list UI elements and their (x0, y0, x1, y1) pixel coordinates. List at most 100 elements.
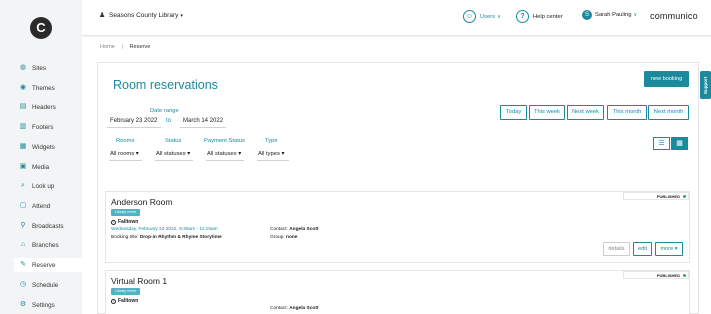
reserve-icon: ✎ (20, 261, 26, 268)
filter-select-status[interactable]: All statuses ▾ (156, 151, 190, 157)
filter-label-type: Type (265, 138, 278, 144)
location-pin-icon: • (111, 219, 116, 225)
help-center-link[interactable]: ? Help center (516, 10, 563, 23)
filter-underline (109, 160, 142, 161)
sidebar-item-label: Sites (32, 64, 46, 72)
edit-button[interactable]: edit (633, 242, 652, 256)
sidebar-item-settings[interactable]: ⚙ Settings (14, 298, 82, 312)
sidebar-item-broadcasts[interactable]: ⚲ Broadcasts (14, 219, 82, 233)
reservation-date: Wednesday, February 23 2022, 9:30am - 11… (111, 227, 218, 232)
date-from-underline (107, 127, 161, 128)
user-menu[interactable]: S Sarah Pauling ∨ (582, 10, 637, 20)
status-dot (683, 195, 686, 198)
contact-line: Contact: Angela Scott (270, 227, 319, 232)
filter-select-payment-status[interactable]: All statuses ▾ (207, 151, 241, 157)
new-booking-button[interactable]: new booking (644, 71, 689, 87)
filter-underline (206, 160, 244, 161)
sidebar-item-label: Headers (32, 103, 56, 111)
filter-label-rooms: Rooms (116, 138, 135, 144)
user-name: Sarah Pauling (595, 12, 632, 18)
sidebar-item-attend[interactable]: ▢ Attend (14, 199, 82, 213)
broadcast-icon: ⚲ (20, 222, 26, 229)
group-line: Group: none (270, 235, 297, 240)
sidebar-item-media[interactable]: ▣ Media (14, 160, 82, 174)
status-badge: PUBLISHED (623, 192, 689, 200)
users-label: Users (480, 13, 496, 20)
booking-title-line: Booking title: Drop-in Rhythm & Rhyme St… (111, 235, 222, 240)
support-tab[interactable]: Support (700, 71, 711, 99)
sidebar-item-label: Look up (32, 182, 55, 190)
filter-label-status: Status (165, 138, 182, 144)
media-icon: ▣ (19, 163, 27, 170)
search-icon: ⌕ (21, 182, 25, 189)
filter-select-rooms[interactable]: All rooms ▾ (110, 151, 139, 157)
date-to-underline (180, 127, 226, 128)
details-button[interactable]: details (603, 242, 630, 256)
list-view-button[interactable]: ☰ (653, 137, 670, 150)
group-value: none (286, 235, 298, 240)
status-badge: PUBLISHED (623, 271, 689, 279)
org-selector[interactable]: ♟ Seasons County Library ▾ (99, 12, 183, 19)
chevron-down-icon: ∨ (497, 13, 501, 20)
more-button[interactable]: more ▾ (655, 242, 683, 256)
booking-title-value: Drop-in Rhythm & Rhyme Storytime (139, 235, 222, 240)
sidebar-item-label: Schedule (32, 281, 59, 289)
location-pin-icon: • (111, 298, 116, 304)
sidebar-item-label: Footers (32, 123, 54, 131)
widget-icon: ▦ (19, 143, 27, 150)
help-icon: ? (516, 10, 529, 23)
sidebar-item-sites[interactable]: ◍ Sites (14, 61, 82, 75)
footer-icon: ▥ (19, 123, 27, 130)
brand-logo: communico (650, 11, 698, 21)
status-label: PUBLISHED (656, 273, 680, 278)
contact-value: Angela Scott (289, 227, 319, 232)
sidebar-item-label: Branches (32, 241, 59, 249)
reservation-location: • Falltown (111, 298, 138, 304)
calendar-view-button[interactable]: ▦ (671, 137, 688, 150)
sidebar-item-themes[interactable]: ◉ Themes (14, 81, 82, 95)
users-menu[interactable]: ☺ Users ∨ (463, 10, 501, 23)
filter-label-payment-status: Payment Status (204, 138, 245, 144)
range-button-today[interactable]: Today (500, 105, 527, 120)
reservation-location: • Falltown (111, 219, 138, 225)
event-type-tag: Library event (111, 288, 140, 295)
breadcrumb-separator: | (121, 44, 123, 50)
sidebar-item-headers[interactable]: ▤ Headers (14, 100, 82, 114)
reservation-room[interactable]: Virtual Room 1 (111, 276, 167, 286)
help-label: Help center (533, 13, 563, 20)
globe-icon: ◍ (19, 64, 27, 71)
contact-value: Angela Scott (289, 306, 319, 311)
sidebar-item-widgets[interactable]: ▦ Widgets (14, 140, 82, 154)
sidebar: C ◍ Sites ◉ Themes ▤ Headers ▥ Footers ▦ Widgets ▣… (0, 0, 82, 314)
filter-underline (257, 160, 289, 161)
sidebar-item-footers[interactable]: ▥ Footers (14, 120, 82, 134)
sidebar-item-label: Broadcasts (32, 222, 64, 230)
gear-icon: ⚙ (19, 301, 27, 308)
avatar: S (582, 10, 592, 20)
range-button-this-week[interactable]: This week (529, 105, 565, 120)
range-button-next-week[interactable]: Next week (567, 105, 604, 120)
date-to-input[interactable]: March 14 2022 (183, 118, 223, 124)
page-title: Room reservations (113, 78, 218, 92)
breadcrumb-home[interactable]: Home (100, 44, 115, 50)
filter-select-type[interactable]: All types ▾ (258, 151, 284, 157)
status-label: PUBLISHED (656, 194, 680, 199)
sidebar-item-schedule[interactable]: ◷ Schedule (14, 278, 82, 292)
range-button-this-month[interactable]: This month (607, 105, 647, 120)
group-label: Group: (270, 235, 285, 240)
sidebar-item-branches[interactable]: ⌂ Branches (14, 238, 82, 252)
reservation-room[interactable]: Anderson Room (111, 197, 172, 207)
range-button-next-month[interactable]: Next month (648, 105, 689, 120)
clock-icon: ◷ (19, 281, 27, 288)
date-from-input[interactable]: February 23 2022 (110, 118, 157, 124)
sidebar-item-label: Themes (32, 84, 55, 92)
app-logo[interactable]: C (30, 17, 52, 39)
contact-label: Contact: (270, 306, 288, 311)
location-label: Falltown (118, 298, 139, 304)
reservation-card (105, 270, 690, 314)
person-icon: ♟ (99, 12, 106, 19)
sidebar-item-look-up[interactable]: ⌕ Look up (14, 179, 82, 193)
sidebar-item-reserve[interactable]: ✎ Reserve (14, 258, 82, 272)
contact-line: Contact: Angela Scott (270, 306, 319, 311)
booking-title-label: Booking title: (111, 235, 139, 240)
